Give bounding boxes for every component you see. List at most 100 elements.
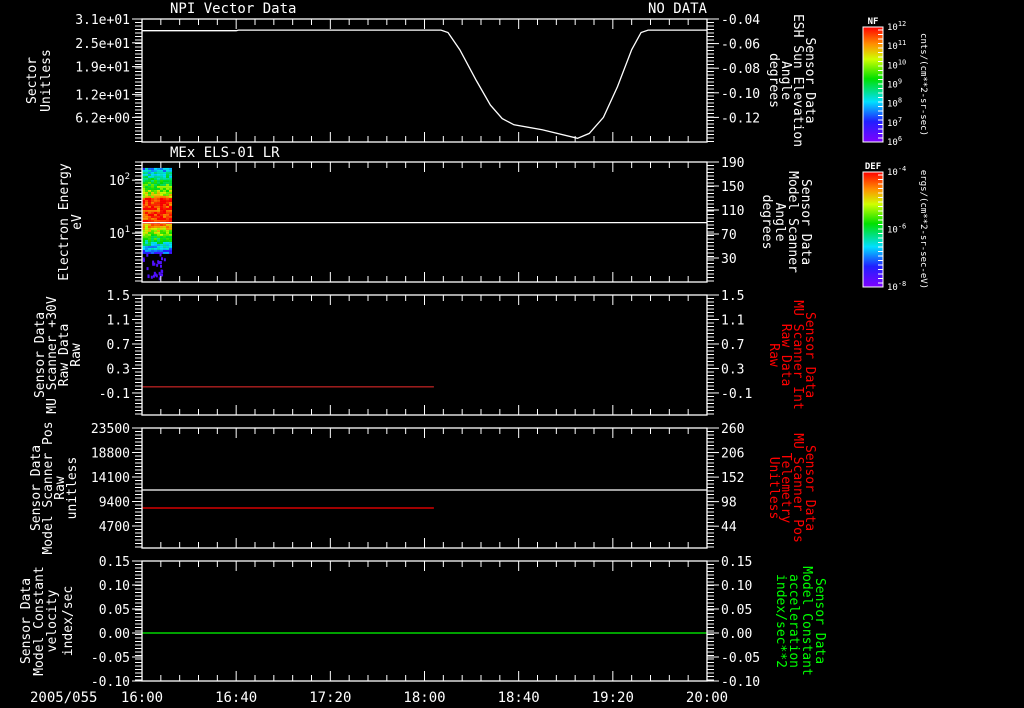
spectrogram-cell (151, 211, 154, 214)
spectrogram-cell (163, 201, 166, 204)
spectrogram-cell (145, 169, 148, 172)
spectrogram-cell (151, 219, 154, 222)
spectrogram-cell (145, 185, 148, 188)
spectrogram-cell (157, 211, 160, 214)
spectrogram-cell (148, 181, 151, 184)
spectrogram-cell (160, 215, 163, 218)
spectrogram-cell (163, 193, 166, 196)
spectrogram-cell (166, 239, 169, 242)
spectrogram-cell (154, 217, 157, 220)
spectrogram-cell (148, 177, 151, 180)
right-tick-label: -0.1 (721, 387, 752, 402)
spectrogram-cell (151, 233, 154, 236)
spectrogram-cell (148, 205, 151, 208)
spectrogram-cell (169, 237, 172, 240)
spectrogram-cell (145, 247, 148, 250)
spectrogram-cell (163, 177, 166, 180)
spectrogram-cell (163, 175, 166, 178)
spectrogram-cell (169, 227, 172, 230)
tick-exponent: 1 (125, 225, 130, 235)
spectrogram-cell (151, 175, 154, 178)
panel-1: 3.1e+01 2.5e+01 1.9e+01 1.2e+01 6.2e+00 -0.04… (25, 13, 817, 147)
spectrogram-cell (160, 249, 163, 252)
time-tick-label: 19:20 (592, 690, 634, 706)
spectrogram-cell (157, 207, 160, 210)
right-tick-label: -0.08 (721, 62, 760, 77)
time-tick-label: 16:00 (121, 690, 163, 706)
panel-frame (141, 18, 708, 143)
left-tick-label: 102 (109, 172, 130, 189)
spectrogram-cell (161, 273, 164, 277)
spectrogram-cell (169, 225, 172, 228)
spectrogram-cell (166, 217, 169, 220)
spectrogram-cell (157, 179, 160, 182)
spectrogram-cell (160, 203, 163, 206)
spectrogram-cell (156, 263, 159, 267)
spectrogram-cell (163, 187, 166, 190)
spectrogram-cell (154, 185, 157, 188)
spectrogram-cell (151, 215, 154, 218)
spectrogram-cell (166, 173, 169, 176)
panel-3: 1.51.10.70.3-0.11.51.10.70.3-0.1Sensor D… (33, 289, 817, 416)
spectrogram-cell (145, 191, 148, 194)
spectrogram-cell (163, 227, 166, 230)
spectrogram-cell (151, 189, 154, 192)
spectrogram-cell (157, 231, 160, 234)
spectrogram-cell (160, 217, 163, 220)
spectrogram-cell (151, 191, 154, 194)
spectrogram-cell (151, 223, 154, 226)
spectrogram-cell (157, 237, 160, 240)
spectrogram-cell (166, 175, 169, 178)
right-tick-label: 0.7 (721, 338, 744, 353)
spectrogram-cell (163, 211, 166, 214)
spectrogram-cell (145, 171, 148, 174)
colorbar-title: NF (868, 17, 879, 27)
spectrogram-cell (169, 183, 172, 186)
spectrogram-cell (169, 217, 172, 220)
spectrogram-cell (163, 185, 166, 188)
spectrogram-cell (151, 169, 154, 172)
spectrogram-cell (148, 201, 151, 204)
spectrogram-cell (166, 193, 169, 196)
spectrogram-cell (157, 181, 160, 184)
left-axis-label: Raw (69, 343, 84, 367)
spectrogram-cell (169, 211, 172, 214)
spectrogram-cell (145, 243, 148, 246)
spectrogram-cell (151, 179, 154, 182)
spectrogram-cell (148, 245, 151, 248)
colorbar-tick-label: 10-4 (887, 165, 906, 178)
spectrogram (142, 167, 172, 281)
spectrogram-cell (160, 227, 163, 230)
spectrogram-cell (169, 213, 172, 216)
spectrogram-cell (154, 241, 157, 244)
spectrogram-cell (169, 185, 172, 188)
spectrogram-cell (148, 203, 151, 206)
spectrogram-cell (166, 201, 169, 204)
spectrogram-cell (154, 205, 157, 208)
spectrogram-cell (163, 239, 166, 242)
spectrogram-cell (145, 239, 148, 242)
date-label: 2005/055 (30, 690, 97, 706)
spectrogram-cell (151, 187, 154, 190)
plot-window: NPI Vector Data NO DATA MEx ELS-01 LR 20… (0, 0, 1024, 708)
left-tick-label: 0.05 (99, 603, 130, 618)
panel-4: 235001880014100940047002602061529844Sens… (29, 421, 817, 554)
colorbar-nf: NF101210111010109108107106cnts/(cm**2-sr… (862, 17, 928, 148)
spectrogram-cell (166, 195, 169, 198)
spectrogram-cell (157, 249, 160, 252)
spectrogram-cell (163, 183, 166, 186)
left-tick-label: 0.00 (99, 627, 130, 642)
spectrogram-cell (160, 213, 163, 216)
right-axis-label: degrees (759, 195, 774, 250)
spectrogram-cell (169, 243, 172, 246)
spectrogram-cell (148, 211, 151, 214)
spectrogram-cell (169, 189, 172, 192)
spectrogram-cell (154, 243, 157, 246)
spectrogram-cell (145, 175, 148, 178)
spectrogram-cell (166, 251, 169, 254)
spectrogram-cell (166, 207, 169, 210)
spectrogram-cell (145, 219, 148, 222)
tick-exponent: -8 (898, 280, 906, 288)
spectrogram-cell (151, 251, 154, 254)
spectrogram-cell (160, 223, 163, 226)
